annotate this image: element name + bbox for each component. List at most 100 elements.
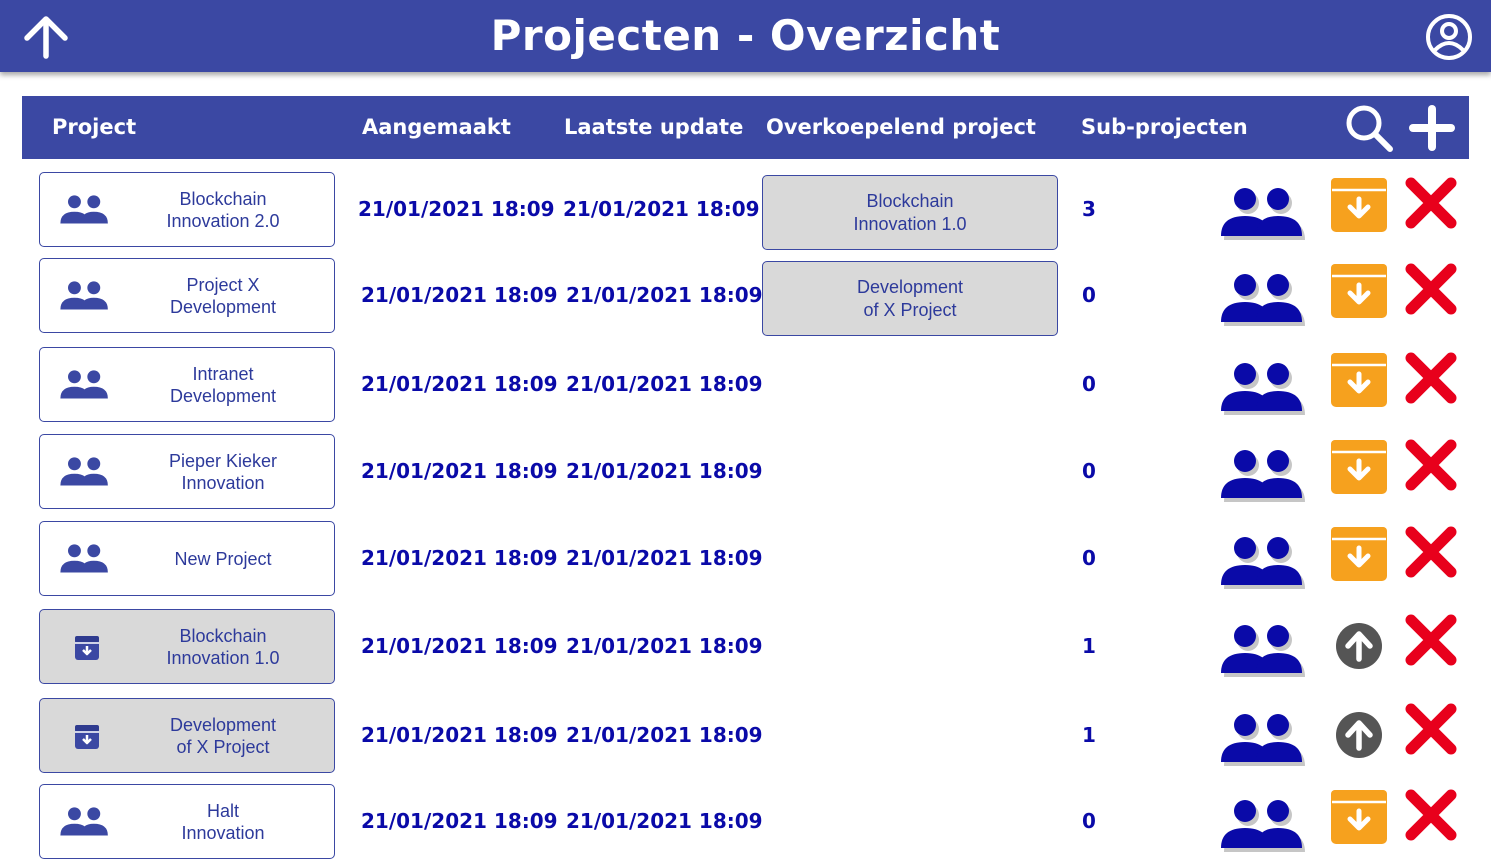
- user-circle-icon: [1426, 14, 1472, 60]
- group-icon: [58, 193, 112, 227]
- created-date: 21/01/2021 18:09: [361, 723, 558, 747]
- arrow-up-circle-icon: [1336, 623, 1382, 669]
- created-date: 21/01/2021 18:09: [361, 546, 558, 570]
- group-icon: [1218, 446, 1308, 509]
- archive-box-icon: [58, 719, 112, 753]
- updated-date: 21/01/2021 18:09: [566, 723, 763, 747]
- members-button[interactable]: [1218, 359, 1308, 417]
- project-list: Blockchain Innovation 2.0 21/01/2021 18:…: [0, 0, 1491, 859]
- close-icon: [1405, 352, 1457, 404]
- updated-date: 21/01/2021 18:09: [566, 809, 763, 833]
- delete-button[interactable]: [1404, 613, 1458, 667]
- subproject-count: 0: [1082, 372, 1096, 396]
- members-button[interactable]: [1218, 270, 1308, 328]
- archive-box-icon: [1331, 440, 1387, 494]
- subproject-count: 0: [1082, 809, 1096, 833]
- archive-box-icon: [1331, 353, 1387, 407]
- delete-button[interactable]: [1404, 438, 1458, 492]
- members-button[interactable]: [1218, 184, 1308, 242]
- project-button[interactable]: Intranet Development: [39, 347, 335, 422]
- archive-button[interactable]: [1330, 439, 1388, 495]
- project-button[interactable]: Blockchain Innovation 2.0: [39, 172, 335, 247]
- page-title: Projecten - Overzicht: [490, 11, 1001, 60]
- archive-button[interactable]: [1330, 789, 1388, 845]
- close-icon: [1405, 263, 1457, 315]
- members-button[interactable]: [1218, 710, 1308, 768]
- group-icon: [1218, 184, 1308, 247]
- updated-date: 21/01/2021 18:09: [566, 634, 763, 658]
- project-name: Blockchain Innovation 2.0: [166, 188, 280, 231]
- members-button[interactable]: [1218, 621, 1308, 679]
- subproject-count: 0: [1082, 459, 1096, 483]
- group-icon: [58, 455, 112, 489]
- archive-button[interactable]: [1330, 526, 1388, 582]
- arrow-up-circle-icon: [1336, 712, 1382, 758]
- table-row: Blockchain Innovation 2.0 21/01/2021 18:…: [0, 172, 1491, 250]
- table-row: Blockchain Innovation 1.0 21/01/2021 18:…: [0, 609, 1491, 685]
- subproject-count: 0: [1082, 283, 1096, 307]
- delete-button[interactable]: [1404, 351, 1458, 405]
- updated-date: 21/01/2021 18:09: [563, 197, 760, 221]
- delete-button[interactable]: [1404, 176, 1458, 230]
- members-button[interactable]: [1218, 446, 1308, 504]
- archive-box-icon: [58, 630, 112, 664]
- project-button[interactable]: Blockchain Innovation 1.0: [39, 609, 335, 684]
- delete-button[interactable]: [1404, 702, 1458, 756]
- project-button[interactable]: Halt Innovation: [39, 784, 335, 859]
- group-icon: [58, 279, 112, 313]
- delete-button[interactable]: [1404, 788, 1458, 842]
- created-date: 21/01/2021 18:09: [361, 283, 558, 307]
- subproject-count: 0: [1082, 546, 1096, 570]
- created-date: 21/01/2021 18:09: [358, 197, 555, 221]
- parent-project-button[interactable]: Blockchain Innovation 1.0: [762, 175, 1058, 250]
- group-icon: [1218, 533, 1308, 596]
- archive-box-icon: [1331, 178, 1387, 232]
- close-icon: [1405, 614, 1457, 666]
- delete-button[interactable]: [1404, 525, 1458, 579]
- created-date: 21/01/2021 18:09: [361, 809, 558, 833]
- top-bar: Projecten - Overzicht: [0, 0, 1491, 72]
- table-row: Pieper Kieker Innovation 21/01/2021 18:0…: [0, 434, 1491, 510]
- group-icon: [1218, 359, 1308, 422]
- archive-button[interactable]: [1330, 177, 1388, 233]
- group-icon: [1218, 710, 1308, 773]
- group-icon: [58, 542, 112, 576]
- project-button[interactable]: New Project: [39, 521, 335, 596]
- table-row: New Project 21/01/2021 18:09 21/01/2021 …: [0, 521, 1491, 597]
- restore-button[interactable]: [1334, 621, 1384, 671]
- archive-box-icon: [1331, 264, 1387, 318]
- close-icon: [1405, 177, 1457, 229]
- table-row: Halt Innovation 21/01/2021 18:09 21/01/2…: [0, 784, 1491, 860]
- group-icon: [1218, 621, 1308, 684]
- group-icon: [58, 805, 112, 839]
- project-name: Intranet Development: [169, 363, 277, 406]
- close-icon: [1405, 526, 1457, 578]
- archive-box-icon: [1331, 790, 1387, 844]
- delete-button[interactable]: [1404, 262, 1458, 316]
- members-button[interactable]: [1218, 533, 1308, 591]
- project-button[interactable]: Pieper Kieker Innovation: [39, 434, 335, 509]
- project-name: Project X Development: [169, 274, 277, 317]
- created-date: 21/01/2021 18:09: [361, 372, 558, 396]
- table-row: Project X Development 21/01/2021 18:09 2…: [0, 258, 1491, 336]
- table-row: Development of X Project 21/01/2021 18:0…: [0, 698, 1491, 774]
- subproject-count: 3: [1082, 197, 1096, 221]
- project-button[interactable]: Development of X Project: [39, 698, 335, 773]
- restore-button[interactable]: [1334, 710, 1384, 760]
- user-account-button[interactable]: [1423, 12, 1475, 62]
- created-date: 21/01/2021 18:09: [361, 459, 558, 483]
- archive-button[interactable]: [1330, 352, 1388, 408]
- archive-button[interactable]: [1330, 263, 1388, 319]
- group-icon: [1218, 796, 1308, 859]
- archive-box-icon: [1331, 527, 1387, 581]
- created-date: 21/01/2021 18:09: [361, 634, 558, 658]
- project-name: Development of X Project: [169, 714, 277, 757]
- group-icon: [58, 368, 112, 402]
- project-button[interactable]: Project X Development: [39, 258, 335, 333]
- project-name: Blockchain Innovation 1.0: [166, 625, 280, 668]
- parent-project-button[interactable]: Development of X Project: [762, 261, 1058, 336]
- members-button[interactable]: [1218, 796, 1308, 854]
- project-name: New Project: [174, 548, 272, 569]
- updated-date: 21/01/2021 18:09: [566, 459, 763, 483]
- updated-date: 21/01/2021 18:09: [566, 372, 763, 396]
